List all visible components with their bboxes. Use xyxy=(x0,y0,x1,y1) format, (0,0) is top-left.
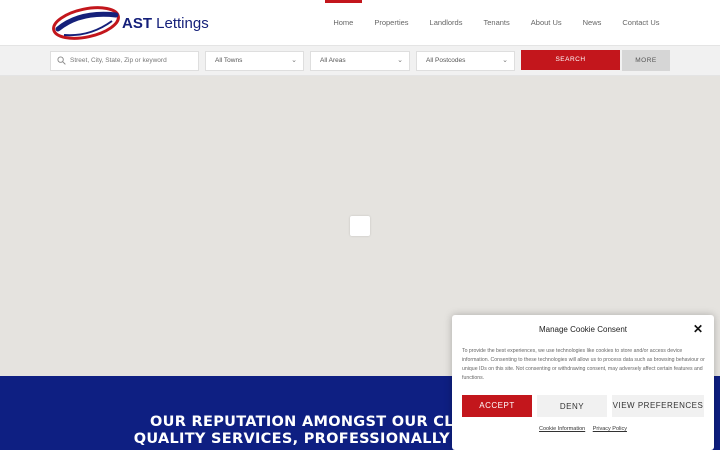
more-button[interactable]: MORE xyxy=(622,50,670,71)
search-icon xyxy=(57,56,66,65)
nav-tenants[interactable]: Tenants xyxy=(473,0,520,45)
close-icon[interactable]: ✕ xyxy=(693,322,703,336)
nav-contact-us[interactable]: Contact Us xyxy=(612,0,670,45)
areas-select[interactable]: All Areas ⌄ xyxy=(310,51,410,71)
deny-button[interactable]: DENY xyxy=(537,395,607,417)
nav-properties[interactable]: Properties xyxy=(364,0,419,45)
nav-about-us[interactable]: About Us xyxy=(520,0,572,45)
site-logo[interactable]: AST Lettings xyxy=(50,3,209,41)
site-header: AST Lettings Home Properties Landlords T… xyxy=(0,0,720,45)
logo-swoosh-icon xyxy=(52,6,120,40)
nav-landlords[interactable]: Landlords xyxy=(419,0,473,45)
accept-button[interactable]: ACCEPT xyxy=(462,395,532,417)
cookie-information-link[interactable]: Cookie Information xyxy=(539,426,585,432)
towns-value: All Towns xyxy=(215,57,243,64)
chevron-down-icon: ⌄ xyxy=(502,57,508,64)
property-search-bar: Street, City, State, Zip or keyword All … xyxy=(0,45,720,76)
postcodes-select[interactable]: All Postcodes ⌄ xyxy=(416,51,515,71)
chevron-down-icon: ⌄ xyxy=(397,57,403,64)
towns-select[interactable]: All Towns ⌄ xyxy=(205,51,304,71)
keyword-search-input[interactable]: Street, City, State, Zip or keyword xyxy=(50,51,199,71)
cookie-title: Manage Cookie Consent xyxy=(538,325,628,334)
view-preferences-button[interactable]: VIEW PREFERENCES xyxy=(612,395,704,417)
map-loading-box xyxy=(350,216,370,236)
cookie-links: Cookie Information Privacy Policy xyxy=(452,426,714,432)
cookie-consent-dialog: Manage Cookie Consent ✕ To provide the b… xyxy=(452,315,714,450)
keyword-placeholder: Street, City, State, Zip or keyword xyxy=(70,57,167,64)
areas-value: All Areas xyxy=(320,57,346,64)
main-nav: Home Properties Landlords Tenants About … xyxy=(323,0,670,45)
chevron-down-icon: ⌄ xyxy=(291,57,297,64)
search-button[interactable]: SEARCH xyxy=(521,50,620,70)
privacy-policy-link[interactable]: Privacy Policy xyxy=(593,426,627,432)
logo-wordmark: AST Lettings xyxy=(122,15,209,32)
cookie-body-text: To provide the best experiences, we use … xyxy=(462,348,705,381)
nav-news[interactable]: News xyxy=(572,0,612,45)
postcodes-value: All Postcodes xyxy=(426,57,466,64)
nav-home[interactable]: Home xyxy=(323,0,364,45)
